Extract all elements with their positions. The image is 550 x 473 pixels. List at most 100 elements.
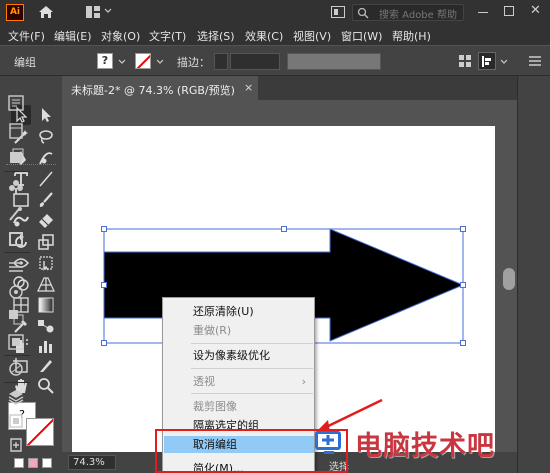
free-transform-tool[interactable] bbox=[36, 253, 56, 273]
blend-icon bbox=[38, 320, 54, 333]
perspective-grid-tool[interactable] bbox=[36, 274, 56, 294]
stroke-label: 描边： bbox=[177, 56, 210, 69]
gradient-mode-button[interactable] bbox=[28, 458, 38, 468]
appearance-icon[interactable] bbox=[7, 360, 25, 378]
chevron-down-icon[interactable] bbox=[156, 58, 164, 66]
curvature-pen-icon bbox=[39, 152, 53, 165]
menu-file[interactable]: 文件(F) bbox=[8, 28, 45, 44]
panel-separator bbox=[4, 252, 30, 253]
menu-separator bbox=[191, 393, 313, 394]
arrange-documents-icon[interactable] bbox=[331, 6, 345, 18]
submenu-arrow-icon: › bbox=[301, 375, 306, 388]
stroke-swatch[interactable] bbox=[26, 418, 54, 446]
document-tab[interactable]: 未标题-2* @ 74.3% (RGB/预览) × bbox=[62, 76, 258, 100]
perspective-grid-icon bbox=[37, 277, 55, 292]
home-icon[interactable] bbox=[38, 5, 54, 19]
line-icon bbox=[39, 171, 53, 187]
scale-tool[interactable] bbox=[36, 232, 56, 252]
curvature-tool[interactable] bbox=[36, 148, 56, 168]
menu-item-pixel-optimize[interactable]: 设为像素级优化 bbox=[164, 347, 314, 364]
slice-icon bbox=[40, 360, 52, 372]
lasso-tool[interactable] bbox=[36, 127, 56, 147]
paintbrush-icon bbox=[39, 192, 53, 207]
pathfinder-icon[interactable] bbox=[7, 308, 25, 326]
stroke-panel-icon[interactable] bbox=[7, 230, 25, 248]
menu-item-redo[interactable]: 重做(R) bbox=[164, 322, 314, 339]
club-symbol-icon[interactable] bbox=[7, 178, 25, 196]
menu-object[interactable]: 对象(O) bbox=[101, 28, 140, 44]
title-bar: Ai 搜索 Adobe 帮助 ✕ bbox=[0, 0, 550, 25]
free-transform-icon bbox=[39, 256, 53, 271]
panel-separator bbox=[4, 171, 30, 172]
stroke-weight-stepper[interactable] bbox=[214, 53, 228, 70]
close-window-button[interactable]: ✕ bbox=[530, 4, 544, 18]
direct-selection-icon bbox=[42, 108, 51, 122]
paintbrush-tool[interactable] bbox=[36, 190, 56, 210]
menu-item-perspective[interactable]: 透视 › bbox=[164, 373, 314, 390]
right-panel-dock bbox=[517, 76, 550, 473]
stroke-style-field[interactable] bbox=[287, 53, 381, 70]
direct-selection-tool[interactable] bbox=[36, 105, 56, 125]
menu-edit[interactable]: 编辑(E) bbox=[54, 28, 92, 44]
stroke-color-swatch[interactable] bbox=[135, 53, 151, 69]
menu-help[interactable]: 帮助(H) bbox=[392, 28, 431, 44]
slice-tool[interactable] bbox=[36, 356, 56, 376]
grid-icon[interactable] bbox=[459, 55, 471, 67]
document-tab-bar: 未标题-2* @ 74.3% (RGB/预览) × bbox=[62, 76, 517, 100]
menu-select[interactable]: 选择(S) bbox=[197, 28, 235, 44]
artboards-panel-icon[interactable] bbox=[7, 412, 25, 430]
none-mode-button[interactable] bbox=[42, 458, 52, 468]
blend-tool[interactable] bbox=[36, 316, 56, 336]
workspace-layout-icon[interactable] bbox=[86, 6, 100, 18]
selection-type-label: 编组 bbox=[14, 56, 36, 69]
fill-color-swatch[interactable]: ? bbox=[97, 53, 113, 69]
properties-icon[interactable] bbox=[7, 94, 25, 112]
lasso-icon bbox=[39, 130, 53, 144]
align-panel-button[interactable] bbox=[478, 52, 496, 70]
minimize-button[interactable] bbox=[478, 12, 488, 13]
menu-type[interactable]: 文字(T) bbox=[149, 28, 186, 44]
scrollbar-thumb[interactable] bbox=[503, 268, 515, 290]
menu-effect[interactable]: 效果(C) bbox=[245, 28, 283, 44]
column-graph-tool[interactable] bbox=[36, 336, 56, 356]
menu-item-crop-image[interactable]: 裁剪图像 bbox=[164, 398, 314, 415]
menu-separator bbox=[191, 343, 313, 344]
eraser-tool[interactable] bbox=[36, 211, 56, 231]
transform-icon[interactable] bbox=[7, 283, 25, 301]
watermark-text: 电脑技术吧 bbox=[355, 431, 495, 462]
scale-icon bbox=[38, 234, 54, 250]
menu-item-undo-clear[interactable]: 还原清除(U) bbox=[164, 303, 314, 320]
help-search-input[interactable]: 搜索 Adobe 帮助 bbox=[352, 4, 464, 21]
menu-window[interactable]: 窗口(W) bbox=[341, 28, 382, 44]
zoom-icon bbox=[38, 378, 54, 394]
column-graph-icon bbox=[39, 341, 52, 353]
gradient-tool[interactable] bbox=[36, 295, 56, 315]
search-placeholder: 搜索 Adobe 帮助 bbox=[379, 10, 457, 21]
color-guide-icon[interactable] bbox=[7, 333, 25, 351]
libraries-icon[interactable] bbox=[7, 122, 25, 140]
stacked-layers-icon[interactable] bbox=[7, 388, 25, 406]
zoom-level-field[interactable]: 74.3% bbox=[68, 455, 116, 470]
chevron-down-icon[interactable] bbox=[104, 7, 112, 15]
maximize-button[interactable] bbox=[504, 6, 514, 16]
stroke-weight-field[interactable] bbox=[230, 53, 280, 70]
chevron-down-icon[interactable] bbox=[500, 58, 508, 66]
brushes-icon[interactable] bbox=[7, 205, 25, 223]
line-segment-tool[interactable] bbox=[36, 169, 56, 189]
color-mode-button[interactable] bbox=[14, 458, 24, 468]
gradient-icon bbox=[38, 297, 54, 313]
panel-menu-icon[interactable] bbox=[528, 54, 542, 68]
asset-export-icon[interactable] bbox=[7, 436, 25, 454]
panel-separator bbox=[4, 355, 30, 356]
layers-icon[interactable] bbox=[7, 148, 25, 166]
align-lines-icon[interactable] bbox=[7, 258, 25, 276]
menu-bar: 文件(F) 编辑(E) 对象(O) 文字(T) 选择(S) 效果(C) 视图(V… bbox=[0, 25, 550, 45]
zoom-tool[interactable] bbox=[36, 376, 56, 396]
close-tab-icon[interactable]: × bbox=[244, 81, 253, 94]
chevron-down-icon[interactable] bbox=[118, 58, 126, 66]
eraser-icon bbox=[39, 214, 53, 228]
search-icon bbox=[357, 7, 369, 19]
menu-view[interactable]: 视图(V) bbox=[293, 28, 331, 44]
menu-item-perspective-label: 透视 bbox=[193, 375, 215, 388]
watermark-logo-icon bbox=[315, 431, 341, 454]
